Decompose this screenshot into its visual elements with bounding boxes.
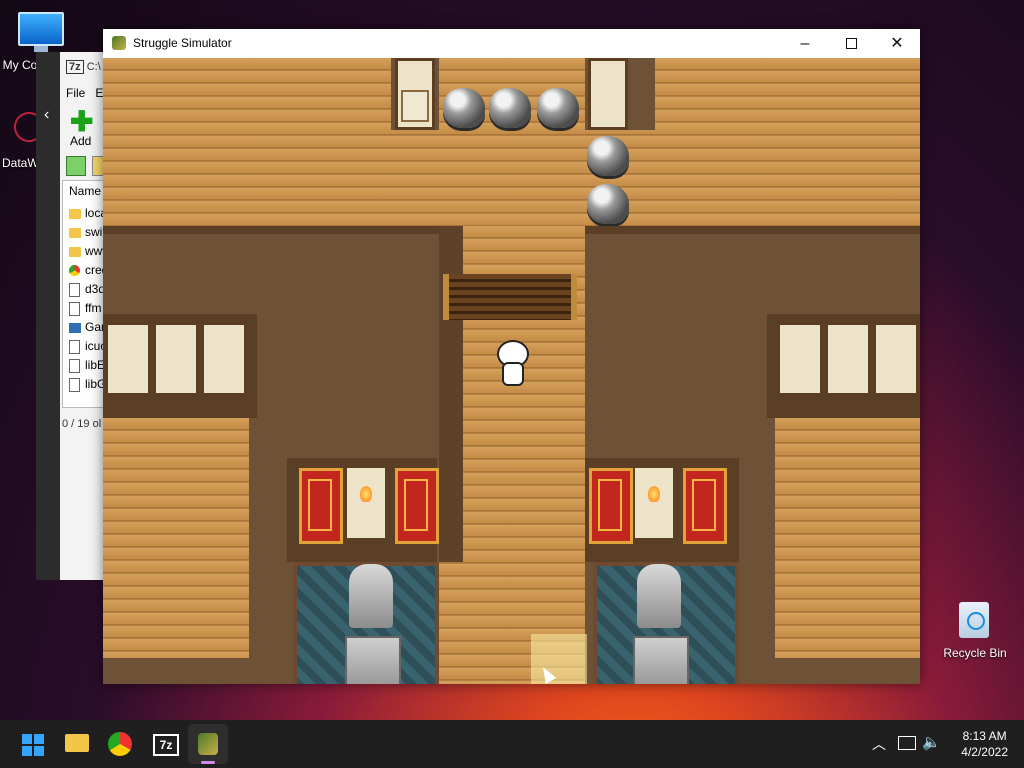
minimize-button[interactable]: – bbox=[782, 29, 828, 58]
time: 8:13 AM bbox=[962, 729, 1007, 743]
game-viewport[interactable] bbox=[103, 58, 920, 684]
active-indicator bbox=[201, 761, 215, 764]
chrome-file-icon bbox=[69, 265, 80, 277]
list-item[interactable]: Gan bbox=[69, 319, 108, 335]
file-icon bbox=[69, 282, 80, 297]
desktop-icon-label: DataW bbox=[2, 156, 38, 170]
date: 4/2/2022 bbox=[961, 745, 1008, 759]
torch-icon bbox=[635, 468, 673, 538]
list-item[interactable]: icuc bbox=[69, 338, 106, 354]
close-button[interactable]: ✕ bbox=[874, 29, 920, 58]
desktop-icon-label: My Co bbox=[2, 58, 38, 72]
wall-panel bbox=[777, 322, 823, 396]
up-folder-icon[interactable] bbox=[66, 156, 86, 176]
statue-pedestal bbox=[633, 636, 689, 684]
rock[interactable] bbox=[587, 136, 629, 176]
window-title: Struggle Simulator bbox=[133, 36, 232, 50]
file-icon bbox=[69, 358, 80, 373]
list-item[interactable]: libE bbox=[69, 357, 105, 373]
start-button[interactable] bbox=[12, 724, 52, 764]
folder-icon bbox=[69, 208, 81, 219]
title-bar[interactable]: Struggle Simulator – ✕ bbox=[103, 29, 920, 58]
network-icon[interactable] bbox=[898, 736, 916, 750]
computer-icon[interactable] bbox=[18, 12, 64, 52]
player-character[interactable] bbox=[496, 340, 529, 386]
chevron-up-icon[interactable]: ︿ bbox=[872, 734, 886, 754]
red-banner bbox=[589, 468, 633, 544]
floor-area bbox=[103, 418, 249, 658]
statue[interactable] bbox=[637, 564, 681, 628]
clock[interactable]: 8:13 AM 4/2/2022 bbox=[961, 728, 1008, 760]
game-icon bbox=[198, 733, 218, 755]
red-banner bbox=[299, 468, 343, 544]
exe-icon bbox=[69, 322, 81, 333]
column-header-name[interactable]: Name bbox=[69, 183, 101, 199]
file-explorer-icon bbox=[65, 734, 89, 752]
recycle-bin-icon[interactable] bbox=[957, 598, 991, 640]
torch-icon bbox=[347, 468, 385, 538]
list-item[interactable]: loca bbox=[69, 205, 107, 221]
floor-area bbox=[775, 418, 920, 658]
volume-icon[interactable]: 🔈 bbox=[922, 733, 941, 751]
wall-panel bbox=[588, 58, 628, 130]
list-item[interactable]: libG bbox=[69, 376, 106, 392]
notice-sign[interactable] bbox=[401, 90, 429, 122]
statue[interactable] bbox=[349, 564, 393, 628]
rock[interactable] bbox=[443, 88, 485, 128]
rock[interactable] bbox=[537, 88, 579, 128]
add-icon[interactable]: ✚ bbox=[70, 108, 93, 136]
list-item[interactable]: swif bbox=[69, 224, 106, 240]
wall-panel bbox=[105, 322, 151, 396]
add-button-label: Add bbox=[70, 134, 92, 148]
taskbar: 7z ︿ 🔈 8:13 AM 4/2/2022 bbox=[0, 720, 1024, 768]
file-icon bbox=[69, 301, 80, 316]
recycle-bin-label: Recycle Bin bbox=[943, 646, 1007, 660]
menu-bar[interactable]: File E bbox=[66, 86, 103, 100]
maximize-button[interactable] bbox=[828, 29, 874, 58]
wall-panel bbox=[201, 322, 247, 396]
chrome-button[interactable] bbox=[100, 724, 140, 764]
7zip-icon: 7z bbox=[66, 60, 84, 74]
list-item[interactable]: ffm bbox=[69, 300, 101, 316]
floor-area bbox=[103, 58, 920, 226]
window-title: 7z C:\ bbox=[66, 60, 101, 74]
wall-panel bbox=[873, 322, 919, 396]
rock[interactable] bbox=[489, 88, 531, 128]
chrome-icon bbox=[108, 732, 132, 756]
7zip-button[interactable]: 7z bbox=[144, 724, 184, 764]
menu-file[interactable]: File bbox=[66, 86, 85, 100]
red-banner bbox=[395, 468, 439, 544]
7zip-icon: 7z bbox=[153, 734, 179, 756]
wall-panel bbox=[825, 322, 871, 396]
folder-icon bbox=[69, 246, 81, 257]
back-arrow-icon[interactable]: ‹ bbox=[44, 106, 49, 124]
list-item[interactable]: d3d bbox=[69, 281, 105, 297]
move-target-highlight bbox=[531, 634, 587, 684]
file-icon bbox=[69, 339, 80, 354]
start-icon bbox=[22, 734, 44, 756]
red-banner bbox=[683, 468, 727, 544]
file-icon bbox=[69, 377, 80, 392]
wall-panel bbox=[153, 322, 199, 396]
game-window[interactable]: Struggle Simulator – ✕ bbox=[103, 29, 920, 684]
rock[interactable] bbox=[587, 184, 629, 224]
game-app-icon bbox=[112, 36, 126, 50]
character-body bbox=[502, 362, 524, 386]
game-button[interactable] bbox=[188, 724, 228, 764]
status-bar: 0 / 19 ol bbox=[62, 418, 102, 430]
stairs[interactable] bbox=[443, 274, 577, 320]
file-explorer-button[interactable] bbox=[57, 724, 97, 764]
statue-pedestal bbox=[345, 636, 401, 684]
folder-icon bbox=[69, 227, 81, 238]
